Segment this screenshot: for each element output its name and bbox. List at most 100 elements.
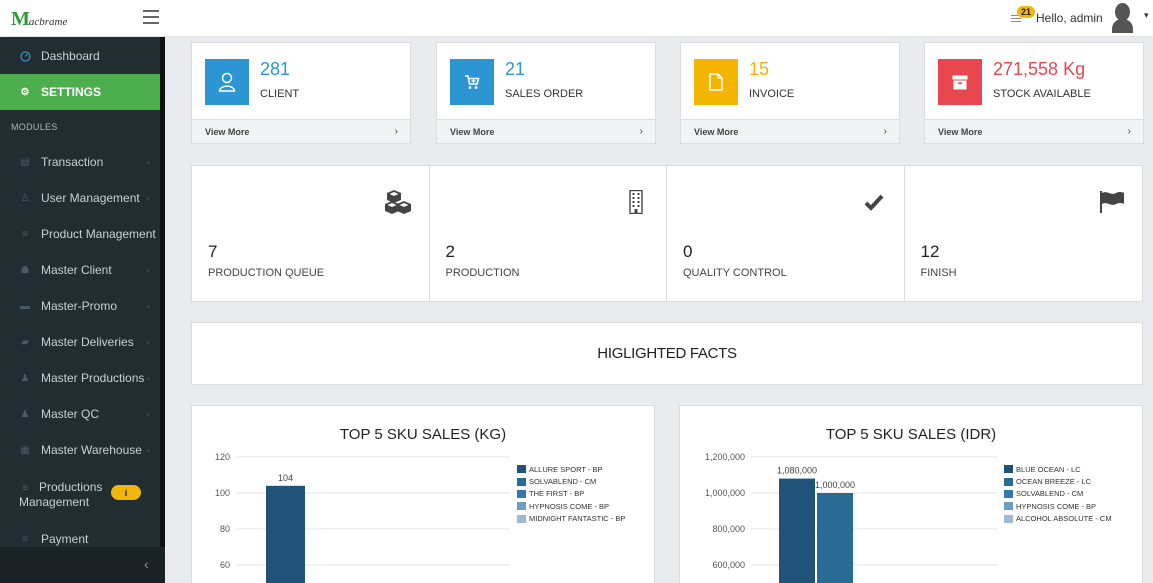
section-title: HIGLIGHTED FACTS — [597, 345, 737, 362]
chevron-left-icon: ‹ — [147, 265, 150, 275]
sidebar-item-label: Transaction — [41, 155, 104, 169]
user-icon: ♙ — [20, 192, 30, 204]
chart-sku-sales-kg: TOP 5 SKU SALES (KG) 120 100 80 60 104 ALLUR… — [191, 405, 655, 583]
data-label: 1,080,000 — [777, 466, 817, 476]
legend-label: SOLVABLEND - CM — [529, 477, 597, 487]
legend-item[interactable]: SOLVABLEND - CM — [1004, 488, 1112, 500]
archive-icon — [938, 59, 982, 105]
production-label: QUALITY CONTROL — [683, 267, 787, 279]
file-icon — [694, 59, 738, 105]
view-more-link[interactable]: View More › — [681, 119, 899, 143]
chevron-right-icon: › — [883, 126, 887, 137]
legend-item[interactable]: ALCOHOL ABSOLUTE - CM — [1004, 513, 1112, 525]
modules-heading: MODULES — [11, 122, 58, 132]
list-icon: ≡ — [22, 533, 28, 545]
legend-item[interactable]: HYPNOSIS COME - BP — [517, 500, 625, 512]
info-box-stock-available: 271,558 Kg STOCK AVAILABLE View More › — [924, 42, 1144, 144]
notifications-button[interactable]: 21 — [1010, 6, 1036, 28]
sidebar-item-master-client[interactable]: ☗ Master Client ‹ — [0, 252, 160, 288]
data-label: 104 — [278, 473, 293, 483]
truck-icon: ▰ — [21, 336, 29, 348]
production-queue-card[interactable]: 7 PRODUCTION QUEUE — [192, 166, 430, 301]
chevron-left-icon: ‹ — [147, 157, 150, 167]
info-badge: i — [111, 485, 141, 500]
info-box-invoice: 15 INVOICE View More › — [680, 42, 900, 144]
bar — [817, 493, 853, 583]
view-more-link[interactable]: View More › — [437, 119, 655, 143]
sidebar-item-label: Payment — [41, 532, 89, 546]
legend-item[interactable]: HYPNOSIS COME - BP — [1004, 500, 1112, 512]
logo-mark: M — [11, 8, 30, 30]
sidebar-item-settings[interactable]: ⚙ SETTINGS — [0, 74, 160, 110]
sidebar-item-master-productions[interactable]: ♟ Master Productions ‹ — [0, 360, 160, 396]
production-card[interactable]: 2 PRODUCTION — [430, 166, 667, 301]
building-icon — [629, 190, 643, 214]
legend-item[interactable]: MIDNIGHT FANTASTIC - BP — [517, 513, 625, 525]
sidebar-item-label: ≡ Productions Management — [19, 480, 103, 509]
legend-swatch — [1004, 502, 1013, 511]
chevron-left-icon: ‹ — [147, 373, 150, 383]
sidebar-item-master-warehouse[interactable]: ▦ Master Warehouse ‹ — [0, 432, 160, 468]
chevron-left-icon: ‹ — [147, 409, 150, 419]
cubes-icon — [384, 190, 411, 214]
chevron-right-icon: › — [639, 126, 643, 137]
legend-label: BLUE OCEAN - LC — [1016, 464, 1081, 474]
card-icon: ▬ — [20, 300, 30, 312]
view-more-link[interactable]: View More › — [925, 119, 1143, 143]
legend-item[interactable]: ALLURE SPORT - BP — [517, 463, 625, 475]
sidebar-item-label: Master-Promo — [41, 299, 118, 313]
view-more-link[interactable]: View More › — [192, 119, 410, 143]
production-summary: 7 PRODUCTION QUEUE 2 PRODUCTION 0 QUALIT… — [191, 165, 1143, 302]
sidebar-item-master-qc[interactable]: ♟ Master QC ‹ — [0, 396, 160, 432]
info-box-client: 281 CLIENT View More › — [191, 42, 411, 144]
chart-legend: ALLURE SPORT - BP SOLVABLEND - CM THE FIRS… — [517, 463, 625, 525]
finish-card[interactable]: 12 FINISH — [905, 166, 1143, 301]
sidebar-item-label: Master Productions — [41, 371, 145, 385]
table-icon: ▦ — [20, 444, 30, 456]
sidebar-item-label: User Management — [41, 191, 140, 205]
production-label: PRODUCTION — [445, 267, 520, 279]
production-value: 0 — [683, 242, 693, 261]
menu-toggle-icon[interactable] — [143, 10, 159, 24]
sidebar-item-master-deliveries[interactable]: ▰ Master Deliveries ‹ — [0, 324, 160, 360]
sidebar-item-label: Master QC — [41, 407, 100, 421]
sidebar-item-label: Master Deliveries — [41, 335, 134, 349]
sidebar-footer: ‹ — [0, 547, 165, 583]
user-greeting[interactable]: Hello, admin — [1036, 11, 1103, 25]
person-icon: ♟ — [20, 372, 30, 384]
chevron-left-icon: ‹ — [147, 301, 150, 311]
legend-swatch — [517, 477, 526, 486]
sidebar-item-master-promo[interactable]: ▬ Master-Promo ‹ — [0, 288, 160, 324]
info-label: SALES ORDER — [505, 88, 584, 100]
info-box-sales-order: 21 SALES ORDER View More › — [436, 42, 656, 144]
check-icon — [864, 194, 883, 211]
sidebar-item-user-management[interactable]: ♙ User Management ‹ — [0, 180, 160, 216]
sidebar-scrollbar[interactable] — [160, 37, 165, 547]
user-menu-caret-icon[interactable]: ▾ — [1144, 10, 1149, 21]
sidebar-item-product-management[interactable]: ≡ Product Management — [0, 216, 160, 252]
legend-label: ALLURE SPORT - BP — [529, 464, 603, 474]
legend-item[interactable]: OCEAN BREEZE - LC — [1004, 475, 1112, 487]
legend-swatch — [1004, 465, 1013, 474]
legend-item[interactable]: BLUE OCEAN - LC — [1004, 463, 1112, 475]
info-value: 15 — [749, 59, 770, 79]
logo-text: acbrame — [28, 16, 68, 28]
legend-item[interactable]: SOLVABLEND - CM — [517, 475, 625, 487]
info-value: 21 — [505, 59, 526, 79]
legend-label: HYPNOSIS COME - BP — [529, 501, 610, 511]
data-label: 1,000,000 — [815, 480, 855, 490]
y-tick-label: 800,000 — [712, 524, 745, 534]
y-tick-label: 600,000 — [712, 560, 745, 570]
sidebar-item-transaction[interactable]: ▤ Transaction ‹ — [0, 144, 160, 180]
collapse-sidebar-icon[interactable]: ‹ — [144, 556, 149, 572]
legend-swatch — [1004, 477, 1013, 486]
info-value: 281 — [260, 59, 291, 79]
bars-icon: ≡ — [22, 228, 28, 240]
production-value: 2 — [445, 242, 455, 261]
legend-item[interactable]: THE FIRST - BP — [517, 488, 625, 500]
quality-control-card[interactable]: 0 QUALITY CONTROL — [667, 166, 905, 301]
logo[interactable]: M acbrame — [11, 7, 67, 31]
sidebar-item-dashboard[interactable]: Dashboard — [0, 38, 160, 74]
avatar[interactable] — [1112, 3, 1133, 33]
sidebar-item-productions-management[interactable]: ≡ Productions Management i — [0, 476, 160, 516]
